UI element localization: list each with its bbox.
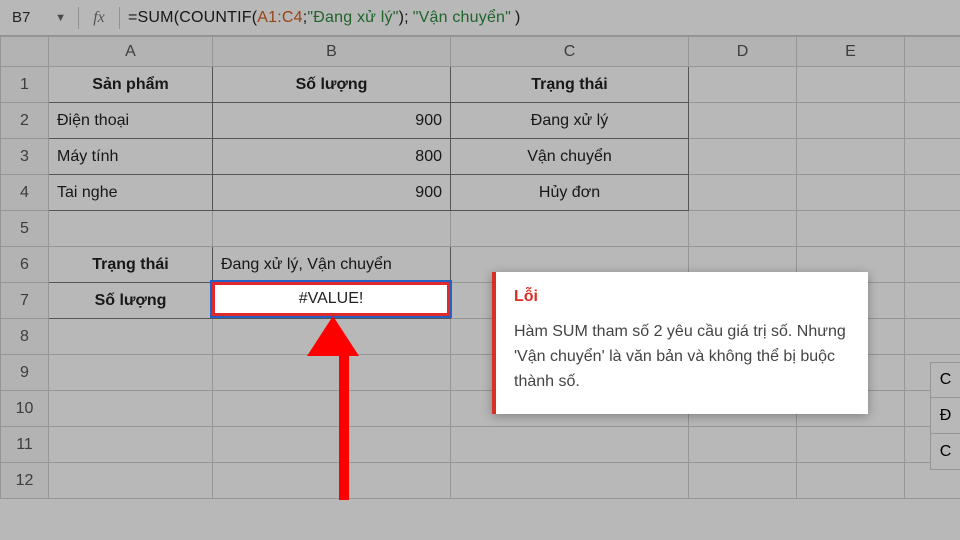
- col-header-A[interactable]: A: [49, 37, 213, 67]
- cell[interactable]: [905, 139, 960, 175]
- row-header[interactable]: 10: [1, 391, 49, 427]
- cell[interactable]: [797, 463, 905, 499]
- cell[interactable]: [797, 427, 905, 463]
- active-cell-ref: B7: [12, 9, 30, 26]
- cell[interactable]: [689, 463, 797, 499]
- cell[interactable]: Đang xử lý: [451, 103, 689, 139]
- cell[interactable]: [689, 427, 797, 463]
- cell[interactable]: [49, 427, 213, 463]
- fx-icon[interactable]: fx: [79, 9, 119, 27]
- cell[interactable]: [49, 319, 213, 355]
- formula-input[interactable]: =SUM(COUNTIF(A1:C4;"Đang xử lý");"Vận ch…: [120, 9, 529, 27]
- cell[interactable]: [905, 247, 960, 283]
- cell[interactable]: [797, 175, 905, 211]
- row-header[interactable]: 9: [1, 355, 49, 391]
- cell[interactable]: [689, 67, 797, 103]
- error-tooltip: Lỗi Hàm SUM tham số 2 yêu cầu giá trị số…: [492, 272, 868, 414]
- highlighted-argument: "Vận chuyển": [409, 8, 515, 27]
- cell[interactable]: [689, 175, 797, 211]
- row-header[interactable]: 3: [1, 139, 49, 175]
- error-message: Hàm SUM tham số 2 yêu cầu giá trị số. Nh…: [514, 320, 846, 394]
- row-header[interactable]: 5: [1, 211, 49, 247]
- corner-cell[interactable]: [1, 37, 49, 67]
- row-header[interactable]: 12: [1, 463, 49, 499]
- cell[interactable]: [905, 67, 960, 103]
- active-cell-B7[interactable]: #VALUE!: [212, 282, 450, 316]
- cell[interactable]: [905, 175, 960, 211]
- cell[interactable]: Điện thoại: [49, 103, 213, 139]
- cell[interactable]: Sản phẩm: [49, 67, 213, 103]
- cell[interactable]: [905, 103, 960, 139]
- cell[interactable]: Trạng thái: [451, 67, 689, 103]
- row-header[interactable]: 6: [1, 247, 49, 283]
- row-header[interactable]: 2: [1, 103, 49, 139]
- cell[interactable]: 900: [213, 175, 451, 211]
- cell[interactable]: [905, 211, 960, 247]
- cell[interactable]: 900: [213, 103, 451, 139]
- col-header-C[interactable]: C: [451, 37, 689, 67]
- cell[interactable]: Hủy đơn: [451, 175, 689, 211]
- name-box[interactable]: B7 ▼: [0, 9, 78, 26]
- error-title: Lỗi: [514, 288, 846, 306]
- cell[interactable]: [797, 139, 905, 175]
- cell[interactable]: [689, 211, 797, 247]
- cell[interactable]: [49, 391, 213, 427]
- caret-down-icon: ▼: [55, 12, 66, 24]
- cell[interactable]: [49, 211, 213, 247]
- cell[interactable]: [49, 355, 213, 391]
- cell[interactable]: [49, 463, 213, 499]
- cell[interactable]: [213, 211, 451, 247]
- formula-bar: B7 ▼ fx =SUM(COUNTIF(A1:C4;"Đang xử lý")…: [0, 0, 960, 36]
- cell[interactable]: 800: [213, 139, 451, 175]
- cell[interactable]: [797, 67, 905, 103]
- cell[interactable]: Máy tính: [49, 139, 213, 175]
- cell[interactable]: [451, 211, 689, 247]
- cell[interactable]: Số lượng: [213, 67, 451, 103]
- row-header[interactable]: 11: [1, 427, 49, 463]
- col-header-F[interactable]: [905, 37, 960, 67]
- cell[interactable]: [797, 103, 905, 139]
- cell[interactable]: [689, 103, 797, 139]
- col-header-B[interactable]: B: [213, 37, 451, 67]
- cell[interactable]: [905, 319, 960, 355]
- cell[interactable]: [797, 211, 905, 247]
- col-header-E[interactable]: E: [797, 37, 905, 67]
- cell[interactable]: Tai nghe: [49, 175, 213, 211]
- side-strip: C Đ C: [930, 362, 960, 470]
- row-header[interactable]: 8: [1, 319, 49, 355]
- row-header[interactable]: 4: [1, 175, 49, 211]
- annotation-arrow-icon: [328, 316, 359, 500]
- cell[interactable]: Đang xử lý, Vận chuyển: [213, 247, 451, 283]
- row-header[interactable]: 7: [1, 283, 49, 319]
- cell[interactable]: [905, 283, 960, 319]
- spreadsheet-grid[interactable]: A B C D E 1 Sản phẩm Số lượng Trạng thái…: [0, 36, 960, 499]
- cell[interactable]: [451, 427, 689, 463]
- cell[interactable]: Trạng thái: [49, 247, 213, 283]
- cell[interactable]: Số lượng: [49, 283, 213, 319]
- cell[interactable]: [689, 139, 797, 175]
- cell[interactable]: Vận chuyển: [451, 139, 689, 175]
- cell[interactable]: [451, 463, 689, 499]
- row-header[interactable]: 1: [1, 67, 49, 103]
- cell-value: #VALUE!: [299, 290, 364, 308]
- col-header-D[interactable]: D: [689, 37, 797, 67]
